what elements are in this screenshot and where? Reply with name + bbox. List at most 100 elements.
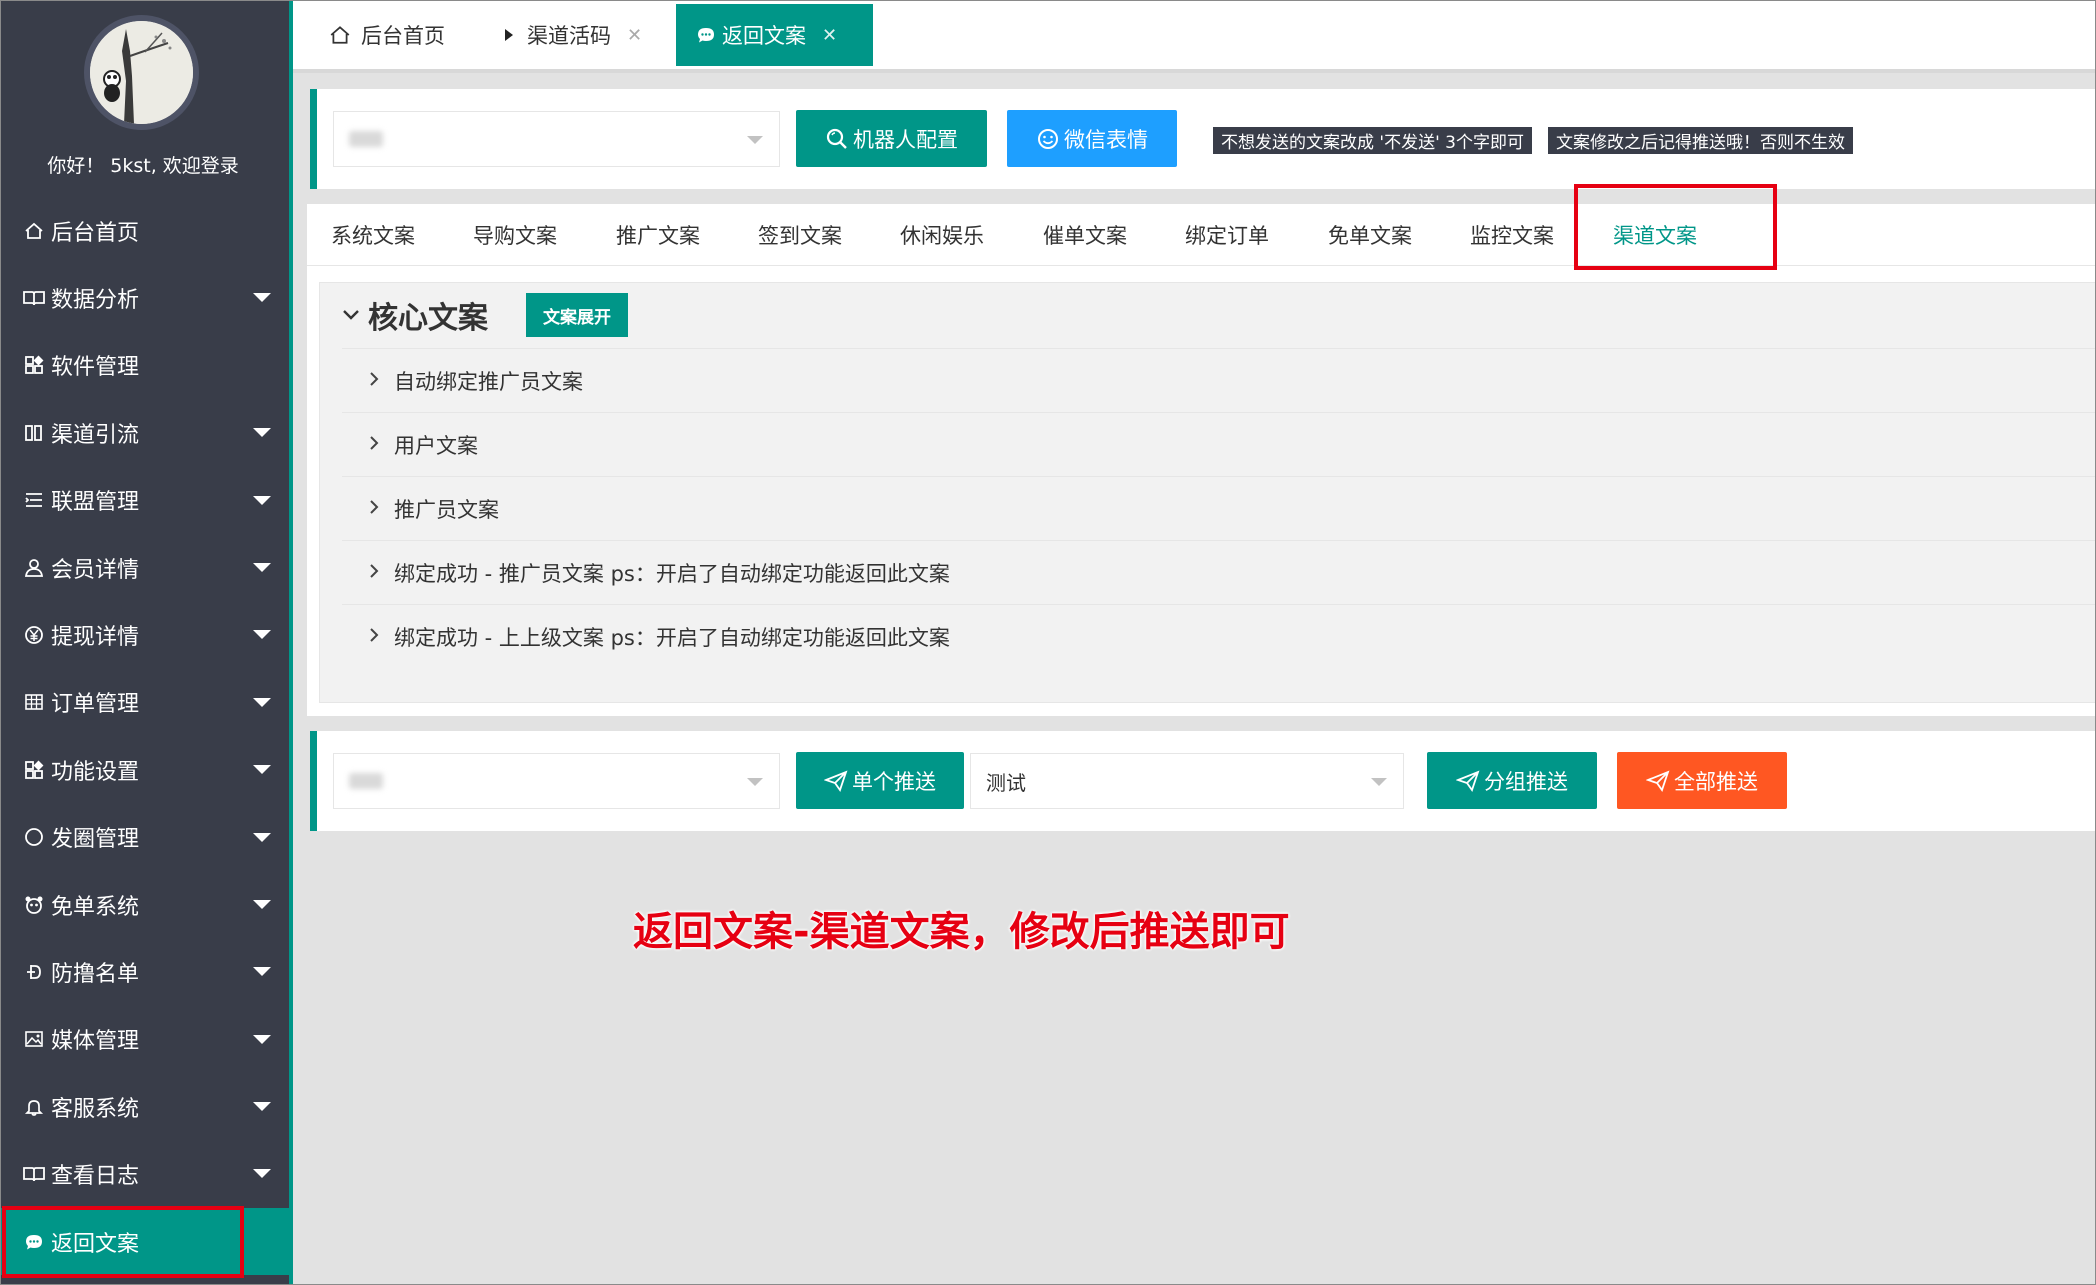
tab-label: 返回文案	[722, 24, 806, 48]
search-icon	[825, 127, 849, 151]
tab-bar-divider	[293, 69, 2095, 73]
chat-icon	[696, 25, 716, 45]
button-label: 机器人配置	[853, 127, 958, 152]
subtab-leisure[interactable]: 休闲娱乐	[900, 204, 984, 266]
sidebar-item-free-order[interactable]: 免单系统	[1, 871, 289, 938]
subtab-bind-order[interactable]: 绑定订单	[1185, 204, 1269, 266]
bell-icon	[21, 1097, 47, 1117]
caret-down-icon	[253, 428, 271, 438]
sidebar-nav: 后台首页 数据分析 软件管理 渠道引流 联盟管理 会员详情 提现详情 订单管理 …	[1, 197, 289, 1276]
sidebar-item-label: 数据分析	[51, 288, 140, 314]
subtab-shopping-guide[interactable]: 导购文案	[473, 204, 557, 266]
avatar[interactable]	[84, 15, 199, 130]
sidebar-item-label: 发圈管理	[51, 827, 140, 853]
push-panel: 单个推送 测试 分组推送 全部推送	[310, 731, 2095, 831]
group-select-value: 测试	[986, 770, 1026, 795]
home-icon	[21, 221, 47, 241]
sidebar-item-label: 会员详情	[51, 557, 140, 583]
tab-return-copy[interactable]: 返回文案 ✕	[676, 4, 873, 66]
tab-channel-code[interactable]: 渠道活码 ✕	[503, 4, 642, 66]
list-icon	[21, 490, 47, 510]
tab-label: 渠道活码	[527, 24, 611, 48]
send-icon	[1646, 769, 1670, 792]
wechat-emoji-button[interactable]: 微信表情	[1007, 110, 1177, 167]
dropdown-arrow-icon	[1371, 778, 1387, 786]
sidebar-item-home[interactable]: 后台首页	[1, 197, 289, 264]
panel-accent	[310, 731, 317, 831]
subtab-free-order[interactable]: 免单文案	[1328, 204, 1412, 266]
collapse-item[interactable]: 用户文案	[342, 412, 2095, 476]
push-all-button[interactable]: 全部推送	[1617, 752, 1787, 809]
sidebar-item-media[interactable]: 媒体管理	[1, 1006, 289, 1073]
expand-copy-button[interactable]: 文案展开	[526, 293, 628, 337]
subtab-promotion[interactable]: 推广文案	[616, 204, 700, 266]
welcome-text: 你好！ 5kst, 欢迎登录	[47, 155, 239, 177]
group-select[interactable]: 测试	[970, 753, 1404, 809]
single-push-button[interactable]: 单个推送	[796, 752, 964, 809]
caret-down-icon	[253, 630, 271, 640]
tip-badge-push-reminder: 文案修改之后记得推送哦！否则不生效	[1548, 127, 1853, 154]
collapse-item[interactable]: 推广员文案	[342, 476, 2095, 540]
sidebar-item-moments[interactable]: 发圈管理	[1, 804, 289, 871]
caret-down-icon	[253, 832, 271, 842]
robot-config-button[interactable]: 机器人配置	[796, 110, 987, 167]
collapse-item[interactable]: 自动绑定推广员文案	[342, 348, 2095, 412]
caret-right-icon	[503, 27, 515, 43]
panda-icon	[21, 895, 47, 915]
sidebar-item-channel[interactable]: 渠道引流	[1, 399, 289, 466]
core-copy-section: 核心文案 文案展开 自动绑定推广员文案 用户文案 推广员文案 绑定成功 - 推广…	[319, 282, 2095, 703]
sidebar-item-data-analysis[interactable]: 数据分析	[1, 264, 289, 331]
sidebar-item-software[interactable]: 软件管理	[1, 332, 289, 399]
caret-down-icon	[253, 697, 271, 707]
collapse-item-label: 用户文案	[394, 433, 478, 458]
close-icon[interactable]: ✕	[822, 25, 837, 46]
sidebar-item-label: 免单系统	[51, 894, 140, 920]
collapse-item[interactable]: 绑定成功 - 推广员文案 ps：开启了自动绑定功能返回此文案	[342, 540, 2095, 604]
close-icon[interactable]: ✕	[627, 25, 642, 46]
send-icon	[1456, 769, 1480, 792]
sidebar-item-label: 订单管理	[51, 692, 140, 718]
main-area: 后台首页 渠道活码 ✕ 返回文案 ✕ 机器人配置 微信表情 不想发送的文案改成 …	[293, 1, 2095, 1284]
book-icon	[21, 288, 47, 308]
subtab-monitor[interactable]: 监控文案	[1470, 204, 1554, 266]
group-push-button[interactable]: 分组推送	[1427, 752, 1597, 809]
subtab-system[interactable]: 系统文案	[331, 204, 415, 266]
sidebar-item-members[interactable]: 会员详情	[1, 534, 289, 601]
annotation-text: 返回文案-渠道文案，修改后推送即可	[633, 909, 1290, 955]
sidebar-item-label: 查看日志	[51, 1164, 140, 1190]
tip-badge-no-send: 不想发送的文案改成 '不发送' 3个字即可	[1213, 127, 1532, 154]
subtab-reminder[interactable]: 催单文案	[1043, 204, 1127, 266]
chevron-right-icon	[368, 625, 380, 649]
columns-icon	[21, 423, 47, 443]
sidebar-item-orders[interactable]: 订单管理	[1, 669, 289, 736]
robot-select-push[interactable]	[333, 753, 780, 809]
tab-label: 后台首页	[361, 24, 445, 48]
sidebar-item-blacklist[interactable]: 防撸名单	[1, 938, 289, 1005]
collapse-item-label: 推广员文案	[394, 497, 499, 522]
sidebar-item-label: 软件管理	[51, 355, 140, 381]
core-copy-header[interactable]: 核心文案 文案展开	[320, 283, 2095, 347]
caret-down-icon	[253, 899, 271, 909]
highlight-box-sidebar	[2, 1206, 244, 1278]
smile-icon	[1036, 127, 1060, 151]
sidebar-item-withdraw[interactable]: 提现详情	[1, 601, 289, 668]
button-label: 全部推送	[1674, 769, 1758, 794]
collapse-item-label: 自动绑定推广员文案	[394, 369, 583, 394]
caret-down-icon	[253, 495, 271, 505]
caret-down-icon	[253, 1102, 271, 1112]
collapse-item[interactable]: 绑定成功 - 上上级文案 ps：开启了自动绑定功能返回此文案	[342, 604, 2095, 668]
subtab-checkin[interactable]: 签到文案	[758, 204, 842, 266]
sidebar: 你好！ 5kst, 欢迎登录 后台首页 数据分析 软件管理 渠道引流 联盟管理 …	[1, 1, 293, 1284]
sidebar-item-logs[interactable]: 查看日志	[1, 1140, 289, 1207]
panel-accent	[310, 89, 317, 189]
collapse-item-label: 绑定成功 - 推广员文案 ps：开启了自动绑定功能返回此文案	[394, 561, 950, 586]
robot-select[interactable]	[333, 111, 780, 167]
sidebar-item-label: 渠道引流	[51, 422, 140, 448]
sidebar-item-alliance[interactable]: 联盟管理	[1, 467, 289, 534]
sidebar-item-label: 联盟管理	[51, 490, 140, 516]
sidebar-item-label: 客服系统	[51, 1096, 140, 1122]
button-label: 微信表情	[1064, 127, 1148, 152]
sidebar-item-settings[interactable]: 功能设置	[1, 736, 289, 803]
sidebar-item-customer-service[interactable]: 客服系统	[1, 1073, 289, 1140]
tab-home[interactable]: 后台首页	[329, 4, 445, 66]
